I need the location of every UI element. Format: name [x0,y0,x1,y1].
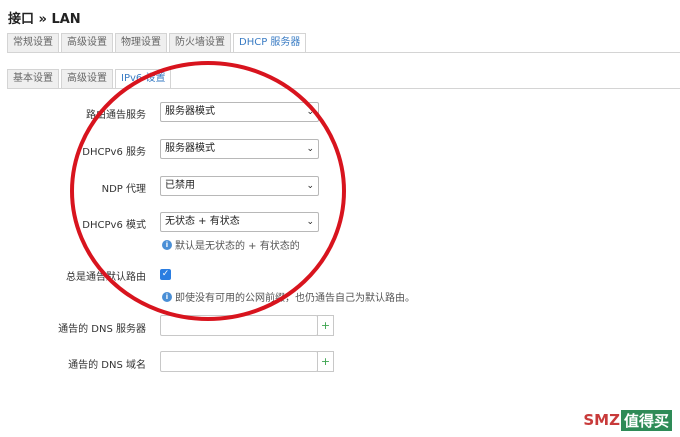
page-title: 接口 » LAN [8,12,81,27]
subtab-basic[interactable]: 基本设置 [7,69,59,89]
watermark-logo: SMZ 值得买 [583,409,672,431]
tab-physical[interactable]: 物理设置 [115,33,167,53]
main-tabs: 常规设置 高级设置 物理设置 防火墙设置 DHCP 服务器 [7,33,308,53]
tab-firewall[interactable]: 防火墙设置 [169,33,231,53]
watermark-text: 值得买 [620,409,672,431]
tab-divider [7,52,680,53]
tab-advanced[interactable]: 高级设置 [61,33,113,53]
tab-dhcp-server[interactable]: DHCP 服务器 [233,33,307,53]
annotation-circle [70,61,346,321]
dns-domains-add-button[interactable]: + [317,351,334,372]
watermark-logo-text: SMZ [583,411,620,429]
dns-domains-label: 通告的 DNS 域名 [68,360,146,371]
dns-domains-input[interactable] [160,351,318,372]
tab-general[interactable]: 常规设置 [7,33,59,53]
